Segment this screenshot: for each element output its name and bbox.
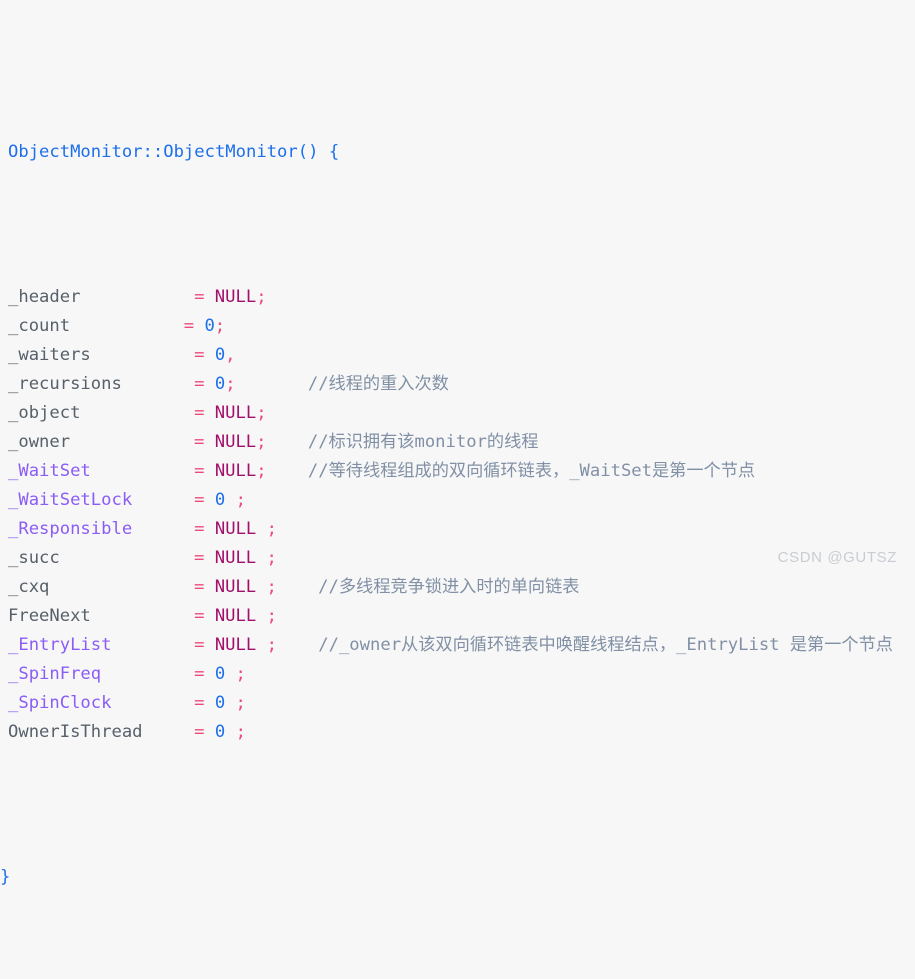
- assignment-operator: =: [194, 403, 205, 423]
- field-name: _cxq: [8, 577, 50, 597]
- assignment-operator: =: [194, 548, 205, 568]
- assignment-operator: =: [194, 490, 205, 510]
- statement-terminator: ;: [214, 316, 226, 336]
- statement-terminator: ;: [235, 693, 246, 713]
- code-line-assignment: FreeNext = NULL ;: [0, 602, 915, 631]
- field-value: 0: [214, 722, 226, 742]
- code-line-assignment: _object = NULL;: [0, 399, 915, 428]
- code-line-assignment: _recursions = 0; //线程的重入次数: [0, 370, 915, 399]
- close-brace: }: [0, 867, 11, 887]
- inline-comment: //多线程竞争锁进入时的单向链表: [318, 577, 580, 597]
- field-name: _EntryList: [8, 635, 112, 655]
- code-line-assignment: _count = 0;: [0, 312, 915, 341]
- field-value: NULL: [214, 548, 257, 568]
- statement-terminator: ;: [256, 403, 267, 423]
- field-name: _SpinClock: [8, 693, 112, 713]
- field-name: _owner: [8, 432, 71, 452]
- field-value: 0: [214, 345, 226, 365]
- code-snippet-container: ObjectMonitor::ObjectMonitor() { _header…: [0, 0, 915, 887]
- code-line-assignment: _WaitSet = NULL; //等待线程组成的双向循环链表，_WaitSet是…: [0, 457, 915, 486]
- function-parens: (): [297, 142, 319, 162]
- field-value: 0: [214, 664, 226, 684]
- field-value: NULL: [214, 635, 257, 655]
- inline-comment: //线程的重入次数: [307, 374, 449, 394]
- code-line-assignment: _Responsible = NULL ;: [0, 515, 915, 544]
- assignment-operator: =: [194, 606, 205, 626]
- inline-comment: //_owner从该双向循环链表中唤醒线程结点，_EntryList 是第一个节…: [318, 635, 893, 655]
- field-name: _succ: [8, 548, 60, 568]
- field-value: 0: [214, 693, 226, 713]
- statement-terminator: ;: [266, 606, 277, 626]
- field-value: NULL: [214, 461, 257, 481]
- statement-terminator: ;: [266, 548, 277, 568]
- field-name: _count: [8, 316, 71, 336]
- field-name: _waiters: [8, 345, 91, 365]
- code-line-assignment: _waiters = 0,: [0, 341, 915, 370]
- assignment-operator: =: [194, 664, 205, 684]
- assignment-operator: =: [194, 635, 205, 655]
- statement-terminator: ;: [256, 461, 267, 481]
- assignment-operator: =: [183, 316, 195, 336]
- statement-terminator: ;: [235, 664, 246, 684]
- code-line-assignment: _WaitSetLock = 0 ;: [0, 486, 915, 515]
- statement-terminator: ;: [235, 490, 246, 510]
- field-value: NULL: [214, 403, 257, 423]
- assignment-operator: =: [194, 693, 205, 713]
- field-value: NULL: [214, 519, 257, 539]
- field-value: NULL: [214, 432, 257, 452]
- statement-terminator: ,: [225, 345, 236, 365]
- statement-terminator: ;: [266, 519, 277, 539]
- inline-comment: //标识拥有该monitor的线程: [307, 432, 539, 452]
- field-name: _Responsible: [8, 519, 133, 539]
- assignment-operator: =: [194, 345, 205, 365]
- assignment-operator: =: [194, 577, 205, 597]
- field-value: 0: [214, 374, 226, 394]
- code-line-assignment: _SpinFreq = 0 ;: [0, 660, 915, 689]
- field-name: _WaitSet: [8, 461, 91, 481]
- field-name: _recursions: [8, 374, 122, 394]
- inline-comment: //等待线程组成的双向循环链表，_WaitSet是第一个节点: [307, 461, 756, 481]
- assignment-operator: =: [194, 374, 205, 394]
- statement-terminator: ;: [225, 374, 236, 394]
- field-name: _WaitSetLock: [8, 490, 133, 510]
- code-line-assignment: _EntryList = NULL ; //_owner从该双向循环链表中唤醒线程结…: [0, 631, 915, 660]
- code-line-assignment: _header = NULL;: [0, 283, 915, 312]
- assignment-lines: _header = NULL; _count = 0; _waiters = 0, _rec…: [0, 283, 915, 747]
- assignment-operator: =: [194, 461, 205, 481]
- field-value: 0: [214, 490, 226, 510]
- statement-terminator: ;: [256, 287, 267, 307]
- statement-terminator: ;: [266, 635, 277, 655]
- statement-terminator: ;: [235, 722, 246, 742]
- field-name: OwnerIsThread: [8, 722, 143, 742]
- function-name: ObjectMonitor::ObjectMonitor: [8, 142, 298, 162]
- assignment-operator: =: [194, 722, 205, 742]
- statement-terminator: ;: [266, 577, 277, 597]
- code-line-assignment: OwnerIsThread = 0 ;: [0, 718, 915, 747]
- field-name: _object: [8, 403, 81, 423]
- field-value: NULL: [214, 287, 257, 307]
- code-line-close-brace: }: [0, 863, 915, 892]
- code-line-assignment: _SpinClock = 0 ;: [0, 689, 915, 718]
- field-name: _SpinFreq: [8, 664, 102, 684]
- field-name: _header: [8, 287, 81, 307]
- field-value: 0: [204, 316, 215, 336]
- field-name: FreeNext: [8, 606, 91, 626]
- statement-terminator: ;: [256, 432, 267, 452]
- field-value: NULL: [214, 577, 257, 597]
- assignment-operator: =: [194, 519, 205, 539]
- code-lines[interactable]: ObjectMonitor::ObjectMonitor() { _header…: [0, 22, 915, 979]
- assignment-operator: =: [194, 432, 205, 452]
- open-brace: {: [328, 142, 340, 162]
- assignment-operator: =: [194, 287, 205, 307]
- field-value: NULL: [214, 606, 257, 626]
- code-line-signature: ObjectMonitor::ObjectMonitor() {: [0, 138, 915, 167]
- watermark: CSDN @GUTSZ: [777, 549, 897, 566]
- code-line-assignment: _owner = NULL; //标识拥有该monitor的线程: [0, 428, 915, 457]
- code-line-assignment: _cxq = NULL ; //多线程竞争锁进入时的单向链表: [0, 573, 915, 602]
